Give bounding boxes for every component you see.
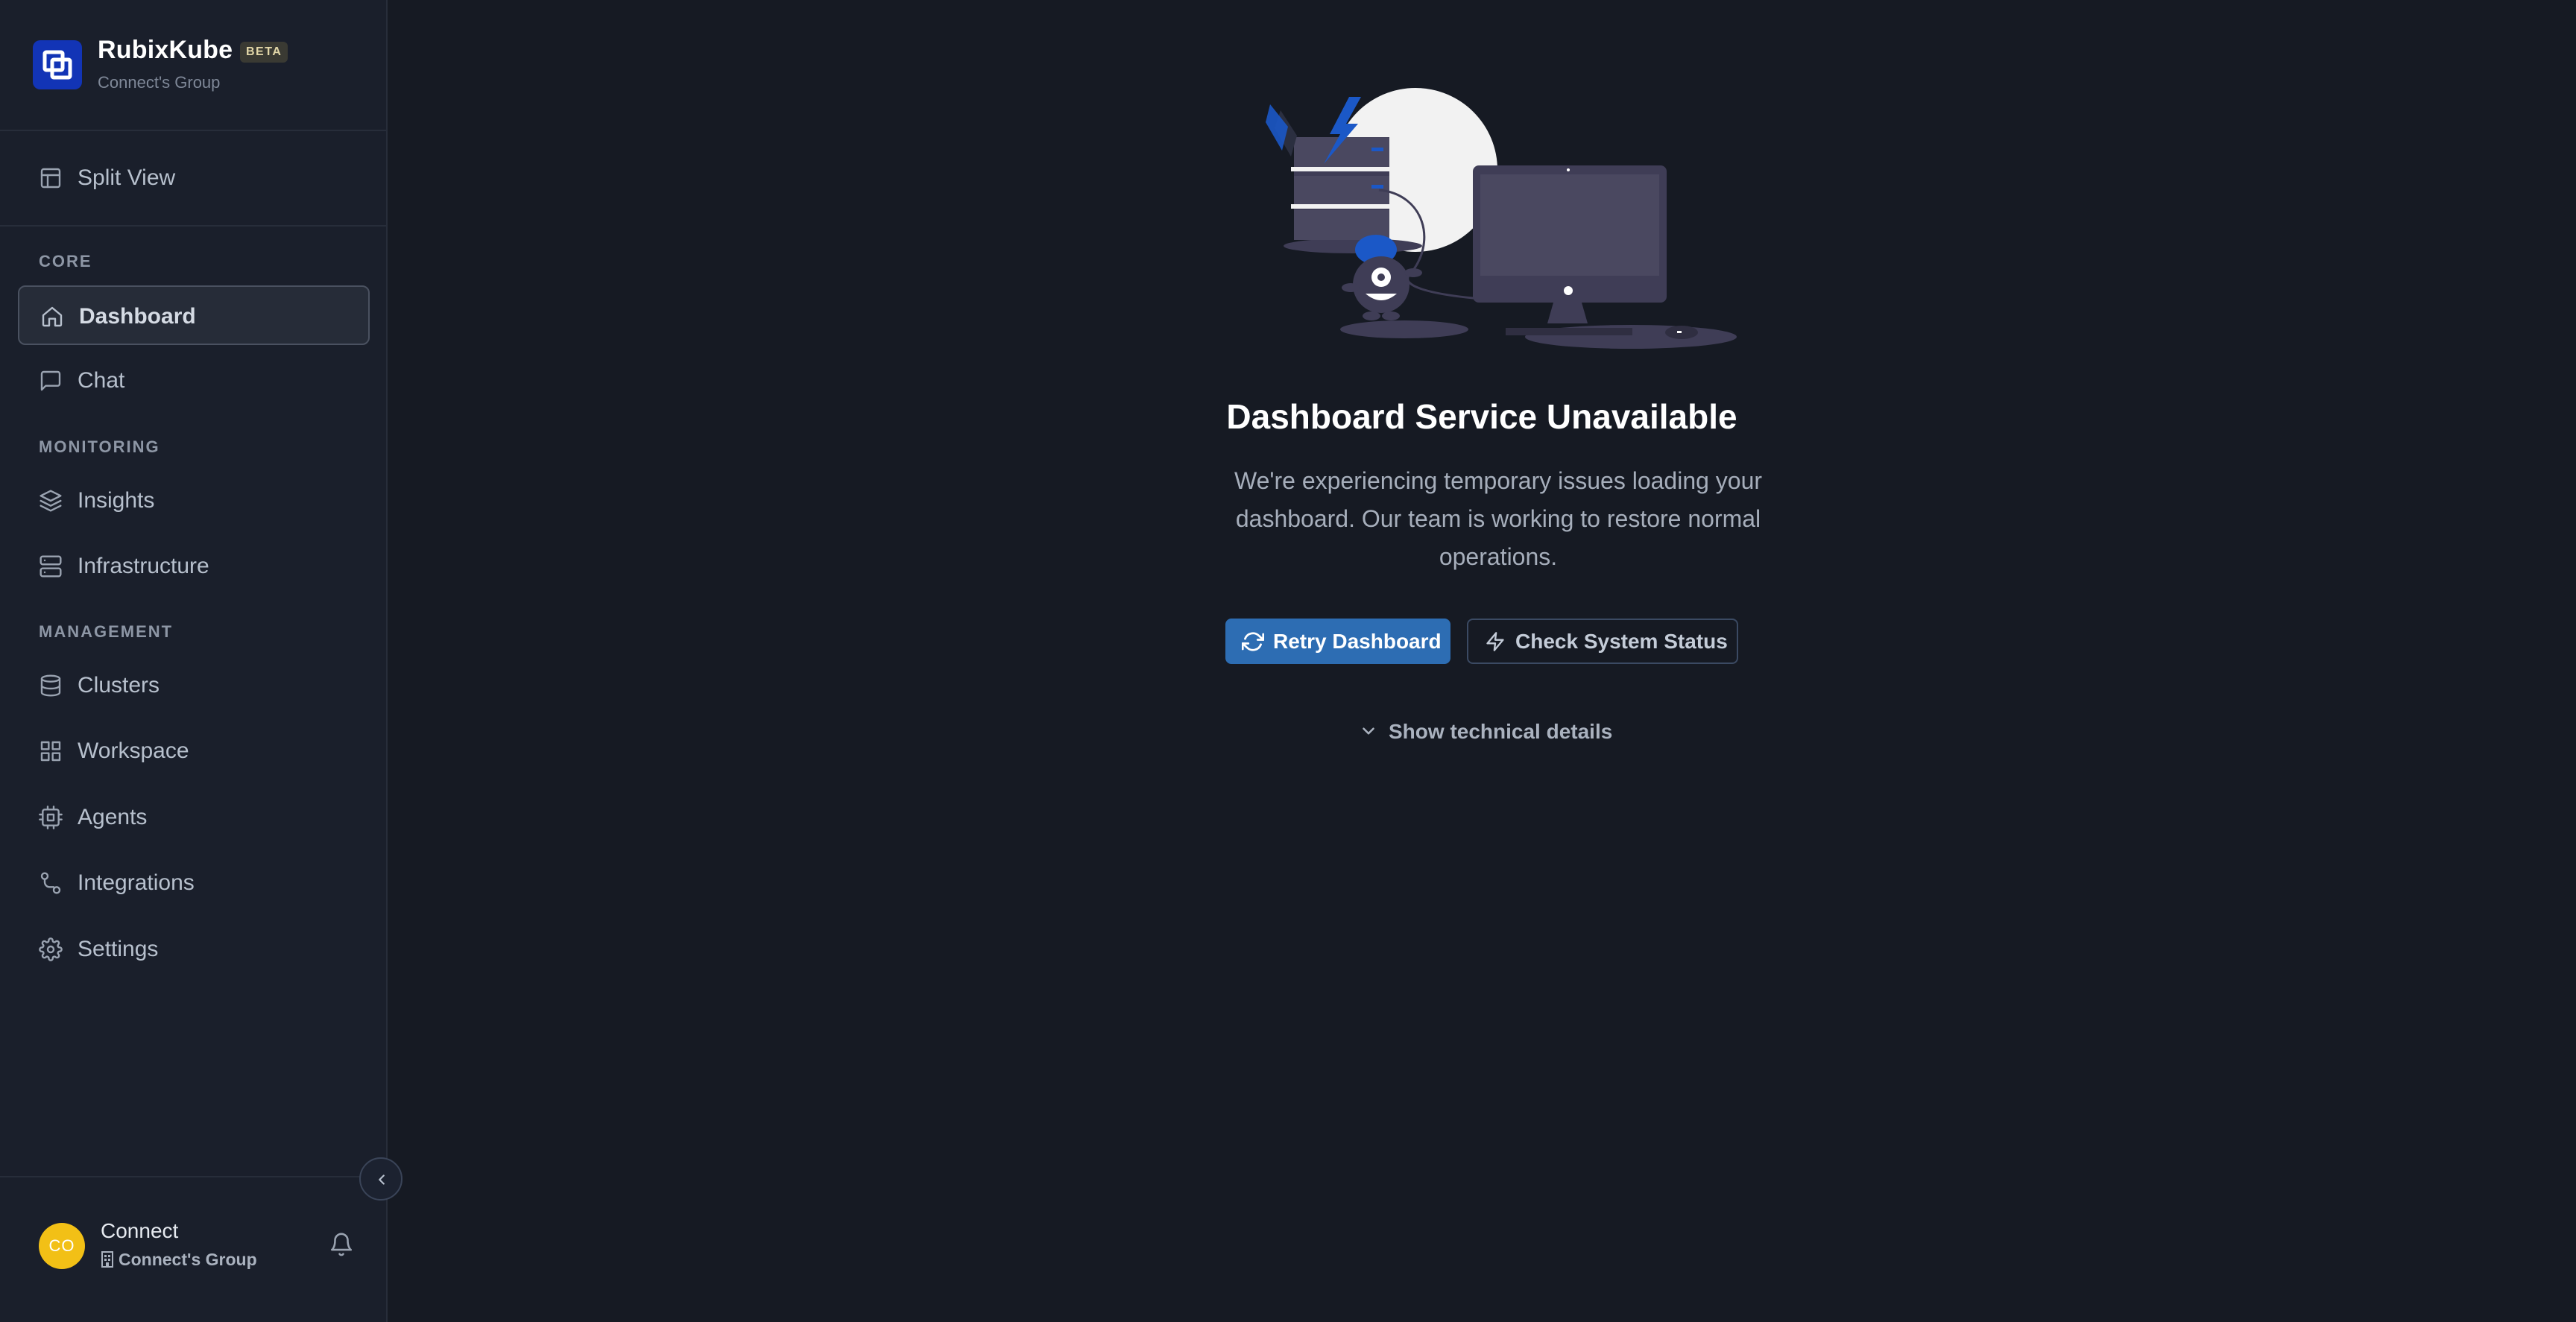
sidebar-item-label: Settings (78, 937, 159, 961)
sidebar-divider (0, 225, 386, 227)
server-icon (40, 555, 62, 578)
user-name: Connect (101, 1219, 179, 1242)
avatar[interactable]: CO (39, 1223, 85, 1269)
sidebar-item-split-view[interactable]: Split View (18, 148, 370, 208)
split-view-icon (40, 168, 61, 189)
gear-icon (39, 937, 63, 961)
retry-dashboard-label: Retry Dashboard (1273, 630, 1442, 653)
server-down-illustration (1266, 88, 1737, 349)
sidebar-item-label: Agents (78, 805, 148, 829)
sidebar-item-integrations[interactable]: Integrations (18, 853, 370, 913)
sidebar-item-label: Split View (78, 165, 176, 190)
sidebar-footer-divider (0, 1176, 386, 1177)
sidebar-item-label: Insights (78, 488, 155, 513)
sidebar-item-agents[interactable]: Agents (18, 788, 370, 847)
sidebar: RubixKube BETA Connect's Group Split Vie… (0, 0, 388, 1322)
rubixkube-logo-icon[interactable] (33, 40, 82, 89)
building-icon (101, 1251, 113, 1268)
main-content: Dashboard Service Unavailable We're expe… (388, 0, 2576, 1322)
user-org-label: Connect's Group (119, 1250, 257, 1269)
sidebar-item-insights[interactable]: Insights (18, 471, 370, 531)
check-system-status-label: Check System Status (1515, 630, 1728, 653)
sidebar-item-chat[interactable]: Chat (18, 351, 370, 411)
show-technical-details-label: Show technical details (1389, 720, 1613, 743)
retry-dashboard-button[interactable]: Retry Dashboard (1225, 619, 1450, 664)
error-description: We're experiencing temporary issues load… (1234, 467, 1763, 570)
home-icon (42, 306, 63, 327)
sidebar-item-clusters[interactable]: Clusters (18, 656, 370, 715)
brand-header: RubixKube BETA Connect's Group (0, 0, 386, 131)
grid-icon (40, 741, 61, 762)
section-label-management: MANAGEMENT (39, 622, 174, 641)
sidebar-item-label: Chat (78, 368, 125, 393)
sidebar-item-workspace[interactable]: Workspace (18, 721, 370, 781)
cpu-icon (39, 806, 63, 829)
beta-badge: BETA (240, 42, 288, 63)
route-icon (40, 872, 61, 894)
section-label-core: CORE (39, 252, 92, 271)
check-system-status-button[interactable]: Check System Status (1467, 619, 1738, 664)
sidebar-item-label: Dashboard (79, 304, 196, 329)
chat-icon (40, 370, 61, 391)
sidebar-item-dashboard[interactable]: Dashboard (18, 285, 370, 345)
user-org: Connect's Group (101, 1250, 257, 1270)
zap-icon (1486, 632, 1504, 651)
sidebar-item-infrastructure[interactable]: Infrastructure (18, 537, 370, 596)
sidebar-item-settings[interactable]: Settings (18, 920, 370, 979)
chevron-down-icon (1363, 727, 1374, 735)
app-window: RubixKube BETA Connect's Group Split Vie… (0, 0, 2576, 1322)
database-icon (40, 674, 61, 697)
brand-name: RubixKube (98, 36, 233, 64)
sidebar-item-label: Workspace (78, 739, 189, 763)
layers-icon (40, 490, 62, 512)
error-title: Dashboard Service Unavailable (1226, 397, 1737, 436)
sidebar-item-label: Integrations (78, 870, 195, 895)
bell-icon[interactable] (329, 1232, 354, 1257)
sidebar-item-label: Clusters (78, 673, 160, 698)
section-label-monitoring: MONITORING (39, 437, 160, 456)
refresh-icon (1242, 632, 1264, 651)
brand-subtitle: Connect's Group (98, 73, 221, 92)
sidebar-item-label: Infrastructure (78, 554, 209, 578)
